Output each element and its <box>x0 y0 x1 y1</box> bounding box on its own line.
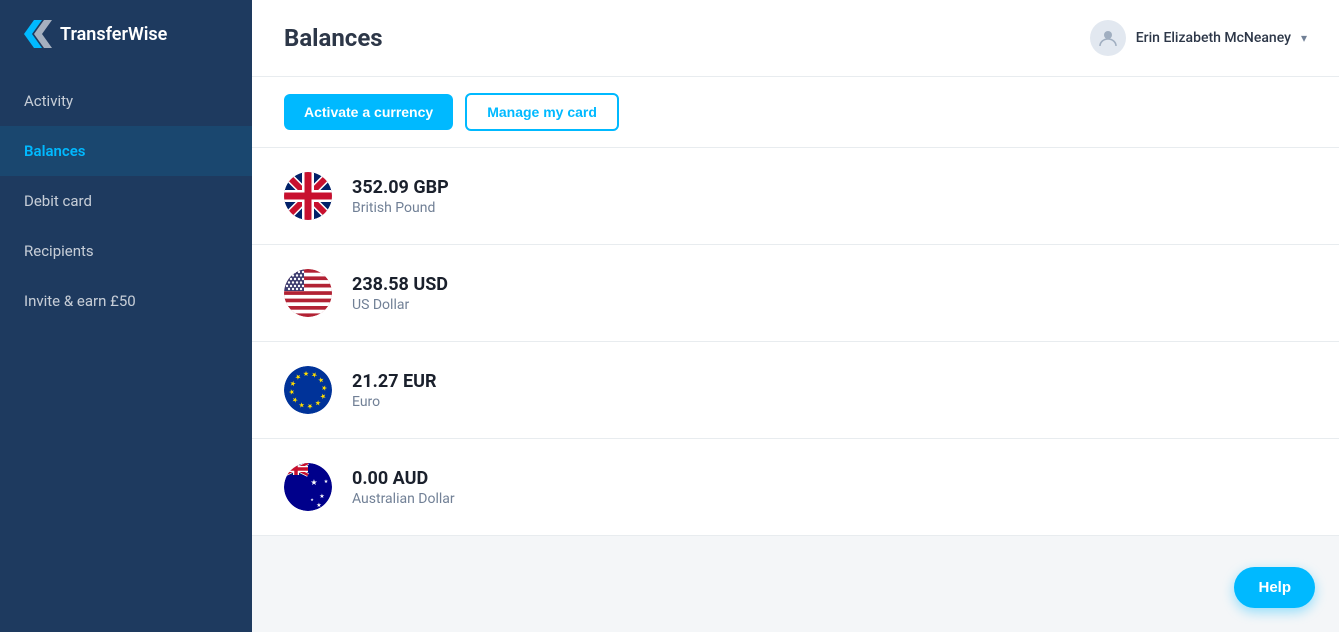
flag-gbp <box>284 172 332 220</box>
flag-us-svg <box>284 269 332 317</box>
svg-text:★: ★ <box>319 493 324 500</box>
balance-info-aud: 0.00 AUD Australian Dollar <box>352 468 455 507</box>
svg-text:★: ★ <box>303 370 309 378</box>
balance-info-usd: 238.58 USD US Dollar <box>352 274 448 313</box>
balance-amount-usd: 238.58 USD <box>352 274 448 295</box>
help-button[interactable]: Help <box>1234 567 1315 608</box>
svg-text:★: ★ <box>307 402 313 410</box>
main-content: Balances Erin Elizabeth McNeaney ▾ Activ… <box>252 0 1339 632</box>
balance-name-usd: US Dollar <box>352 297 448 313</box>
user-name: Erin Elizabeth McNeaney <box>1136 30 1291 46</box>
main-header: Balances Erin Elizabeth McNeaney ▾ <box>252 0 1339 77</box>
balance-item-usd[interactable]: 238.58 USD US Dollar <box>252 245 1339 342</box>
logo-text: TransferWise <box>60 24 167 45</box>
balance-item-aud[interactable]: ★ ★ ★ ★ ★ 0.00 AUD Australian Dollar <box>252 439 1339 536</box>
balance-amount-eur: 21.27 EUR <box>352 371 437 392</box>
logo[interactable]: TransferWise <box>0 0 252 68</box>
activate-currency-button[interactable]: Activate a currency <box>284 94 453 130</box>
sidebar-item-balances[interactable]: Balances <box>0 126 252 176</box>
flag-aud: ★ ★ ★ ★ ★ <box>284 463 332 511</box>
balance-info-eur: 21.27 EUR Euro <box>352 371 437 410</box>
flag-eur: ★ ★ ★ ★ ★ ★ ★ ★ ★ ★ ★ ★ <box>284 366 332 414</box>
sidebar: TransferWise Activity Balances Debit car… <box>0 0 252 632</box>
logo-icon <box>24 20 52 48</box>
user-menu[interactable]: Erin Elizabeth McNeaney ▾ <box>1090 20 1307 56</box>
svg-text:★: ★ <box>310 497 314 502</box>
svg-text:★: ★ <box>320 385 328 391</box>
balance-amount-aud: 0.00 AUD <box>352 468 455 489</box>
chevron-down-icon: ▾ <box>1301 31 1307 45</box>
sidebar-nav: Activity Balances Debit card Recipients … <box>0 76 252 326</box>
svg-text:★: ★ <box>324 479 329 485</box>
flag-eu-svg: ★ ★ ★ ★ ★ ★ ★ ★ ★ ★ ★ ★ <box>284 366 332 414</box>
balance-list: 352.09 GBP British Pound <box>252 148 1339 632</box>
svg-text:★: ★ <box>316 502 321 509</box>
flag-usd <box>284 269 332 317</box>
balance-name-eur: Euro <box>352 394 437 410</box>
user-avatar-icon <box>1090 20 1126 56</box>
manage-card-button[interactable]: Manage my card <box>465 93 619 131</box>
balance-info-gbp: 352.09 GBP British Pound <box>352 177 449 216</box>
flag-au-svg: ★ ★ ★ ★ ★ <box>284 463 332 511</box>
page-title: Balances <box>284 24 383 52</box>
balance-name-aud: Australian Dollar <box>352 491 455 507</box>
action-bar: Activate a currency Manage my card <box>252 77 1339 148</box>
sidebar-item-invite[interactable]: Invite & earn £50 <box>0 276 252 326</box>
balance-item-eur[interactable]: ★ ★ ★ ★ ★ ★ ★ ★ ★ ★ ★ ★ <box>252 342 1339 439</box>
sidebar-item-activity[interactable]: Activity <box>0 76 252 126</box>
sidebar-item-debit-card[interactable]: Debit card <box>0 176 252 226</box>
balance-name-gbp: British Pound <box>352 200 449 216</box>
svg-text:★: ★ <box>288 389 296 395</box>
balance-amount-gbp: 352.09 GBP <box>352 177 449 198</box>
balance-item-gbp[interactable]: 352.09 GBP British Pound <box>252 148 1339 245</box>
flag-gb-svg <box>284 172 332 220</box>
sidebar-item-recipients[interactable]: Recipients <box>0 226 252 276</box>
svg-text:★: ★ <box>310 478 317 487</box>
